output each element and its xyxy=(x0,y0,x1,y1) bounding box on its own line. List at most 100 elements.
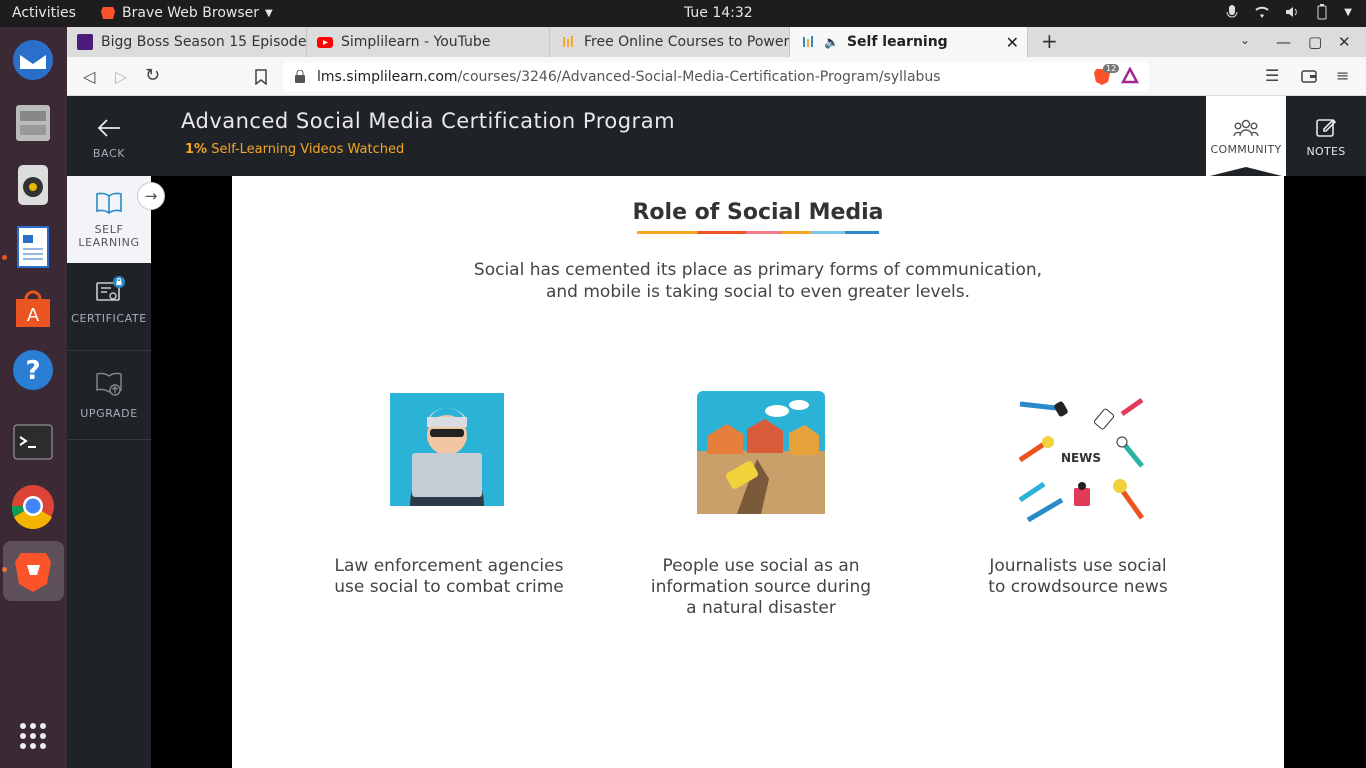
divider xyxy=(67,350,151,351)
caption-line: to crowdsource news xyxy=(988,577,1168,597)
playlist-icon[interactable]: ☰ xyxy=(1265,66,1279,85)
certificate-label: CERTIFICATE xyxy=(71,312,147,325)
caption-line: Journalists use social xyxy=(989,556,1167,576)
address-bar[interactable]: lms.simplilearn.com/courses/3246/Advance… xyxy=(283,62,1149,91)
news-badge: NEWS xyxy=(1061,451,1101,465)
help-icon[interactable]: ? xyxy=(8,345,58,395)
tab-list-chevron-icon[interactable]: ⌄ xyxy=(1240,33,1250,47)
ubuntu-dock: A ? xyxy=(0,27,67,768)
community-label: COMMUNITY xyxy=(1210,143,1282,156)
ubuntu-software-icon[interactable]: A xyxy=(8,283,58,333)
clock[interactable]: Tue 14:32 xyxy=(684,5,753,21)
tab-free-courses[interactable]: Free Online Courses to Power xyxy=(550,27,790,57)
sidebar-item-certificate[interactable]: CERTIFICATE xyxy=(67,276,151,338)
hacker-illustration xyxy=(390,393,504,506)
arrow-right-icon: → xyxy=(144,187,158,205)
subtitle-line: Social has cemented its place as primary… xyxy=(473,260,1043,280)
tab-youtube[interactable]: Simplilearn - YouTube xyxy=(307,27,550,57)
url-host: lms.simplilearn.com xyxy=(317,68,458,85)
self-learning-label-1: SELF xyxy=(94,223,124,236)
notes-button[interactable]: NOTES xyxy=(1286,96,1366,176)
back-button[interactable]: BACK xyxy=(67,118,151,176)
self-learning-label-2: LEARNING xyxy=(78,236,140,249)
brave-shields-icon[interactable]: 12 xyxy=(1093,64,1120,85)
progress-label: Self-Learning Videos Watched xyxy=(211,142,405,157)
back-label: BACK xyxy=(92,147,126,160)
tab-label: Bigg Boss Season 15 Episode xyxy=(101,34,307,50)
upgrade-book-icon xyxy=(96,372,122,396)
slide-title: Role of Social Media xyxy=(632,200,884,225)
thunderbird-icon[interactable] xyxy=(8,35,58,85)
lesson-slide: Role of Social Media Social has cemented… xyxy=(232,176,1284,768)
tab-label: Self learning xyxy=(846,34,948,50)
divider xyxy=(67,439,151,440)
slide-subtitle: Social has cemented its place as primary… xyxy=(458,259,1058,303)
voot-icon xyxy=(77,34,93,50)
browser-toolbar: ◁ ▷ ↻ lms.simplilearn.com/courses/3246/A… xyxy=(67,57,1366,96)
youtube-icon xyxy=(317,37,333,48)
upgrade-label: UPGRADE xyxy=(80,407,138,420)
lock-badge-icon xyxy=(113,276,125,288)
brave-lion-icon xyxy=(101,7,115,19)
reload-icon[interactable]: ↻ xyxy=(145,65,160,86)
minimize-button[interactable]: — xyxy=(1276,33,1291,51)
tab-bigg-boss[interactable]: Bigg Boss Season 15 Episode xyxy=(67,27,307,57)
libreoffice-writer-icon[interactable] xyxy=(8,221,58,271)
show-applications-icon[interactable] xyxy=(8,711,58,761)
chrome-icon[interactable] xyxy=(8,481,58,531)
app-menu[interactable]: Brave Web Browser ▼ xyxy=(100,5,273,21)
disaster-illustration xyxy=(697,391,825,514)
chevron-down-icon: ▼ xyxy=(1344,6,1352,18)
speaker-icon[interactable]: 🔈 xyxy=(824,35,839,49)
tab-label: Free Online Courses to Power xyxy=(584,34,790,50)
notes-label: NOTES xyxy=(1306,145,1346,158)
activities-button[interactable]: Activities xyxy=(12,5,76,21)
volume-icon xyxy=(1286,7,1298,17)
wallet-icon[interactable] xyxy=(1301,69,1317,83)
open-book-icon xyxy=(96,192,122,214)
title-underline xyxy=(637,231,879,234)
brave-rewards-icon[interactable] xyxy=(1121,67,1139,85)
sidebar-item-upgrade[interactable]: UPGRADE xyxy=(67,372,151,432)
caption-line: People use social as an xyxy=(662,556,860,576)
rhythmbox-icon[interactable] xyxy=(8,159,58,209)
back-arrow-icon[interactable]: ◁ xyxy=(83,67,95,86)
bookmark-icon[interactable] xyxy=(255,69,267,85)
caption-line: information source during xyxy=(650,577,872,597)
running-indicator xyxy=(2,255,7,260)
tab-strip: Bigg Boss Season 15 Episode Simplilearn … xyxy=(67,27,1366,57)
close-tab-icon[interactable]: ✕ xyxy=(1006,33,1019,52)
microphone-icon xyxy=(1226,5,1238,18)
new-tab-button[interactable]: + xyxy=(1041,29,1058,53)
progress-status: 1% Self-Learning Videos Watched xyxy=(185,142,404,157)
system-tray[interactable]: ▼ xyxy=(1224,4,1352,20)
community-button[interactable]: COMMUNITY xyxy=(1206,96,1286,177)
edit-note-icon xyxy=(1316,118,1337,137)
brave-browser-icon[interactable] xyxy=(3,541,64,601)
tab-self-learning[interactable]: 🔈 Self learning ✕ xyxy=(790,27,1028,57)
maximize-button[interactable]: ▢ xyxy=(1308,33,1322,51)
news-microphones-illustration: NEWS xyxy=(1018,397,1144,522)
progress-value: 1% xyxy=(185,142,208,157)
terminal-icon[interactable] xyxy=(8,417,58,467)
url-path: /courses/3246/Advanced-Social-Media-Cert… xyxy=(457,68,941,85)
simplilearn-icon xyxy=(563,36,573,47)
system-top-bar: Activities Brave Web Browser ▼ Tue 14:32… xyxy=(0,0,1366,27)
simplilearn-icon xyxy=(803,36,813,47)
files-icon[interactable] xyxy=(8,97,58,147)
caption-line: use social to combat crime xyxy=(334,577,564,597)
menu-icon[interactable]: ≡ xyxy=(1336,66,1349,85)
community-icon xyxy=(1233,119,1259,137)
course-header: Advanced Social Media Certification Prog… xyxy=(151,96,1366,177)
card-caption: People use social as an information sour… xyxy=(631,556,891,619)
close-window-button[interactable]: ✕ xyxy=(1338,33,1351,51)
svg-text:A: A xyxy=(27,305,40,326)
shield-count-badge: 12 xyxy=(1103,64,1120,73)
forward-arrow-icon[interactable]: ▷ xyxy=(115,67,127,86)
card-caption: Law enforcement agencies use social to c… xyxy=(319,556,579,598)
svg-text:?: ? xyxy=(25,356,40,386)
expand-sidebar-button[interactable]: → xyxy=(137,182,165,210)
app-menu-label: Brave Web Browser xyxy=(122,5,259,21)
lock-icon xyxy=(295,70,305,83)
caption-line: Law enforcement agencies xyxy=(334,556,564,576)
